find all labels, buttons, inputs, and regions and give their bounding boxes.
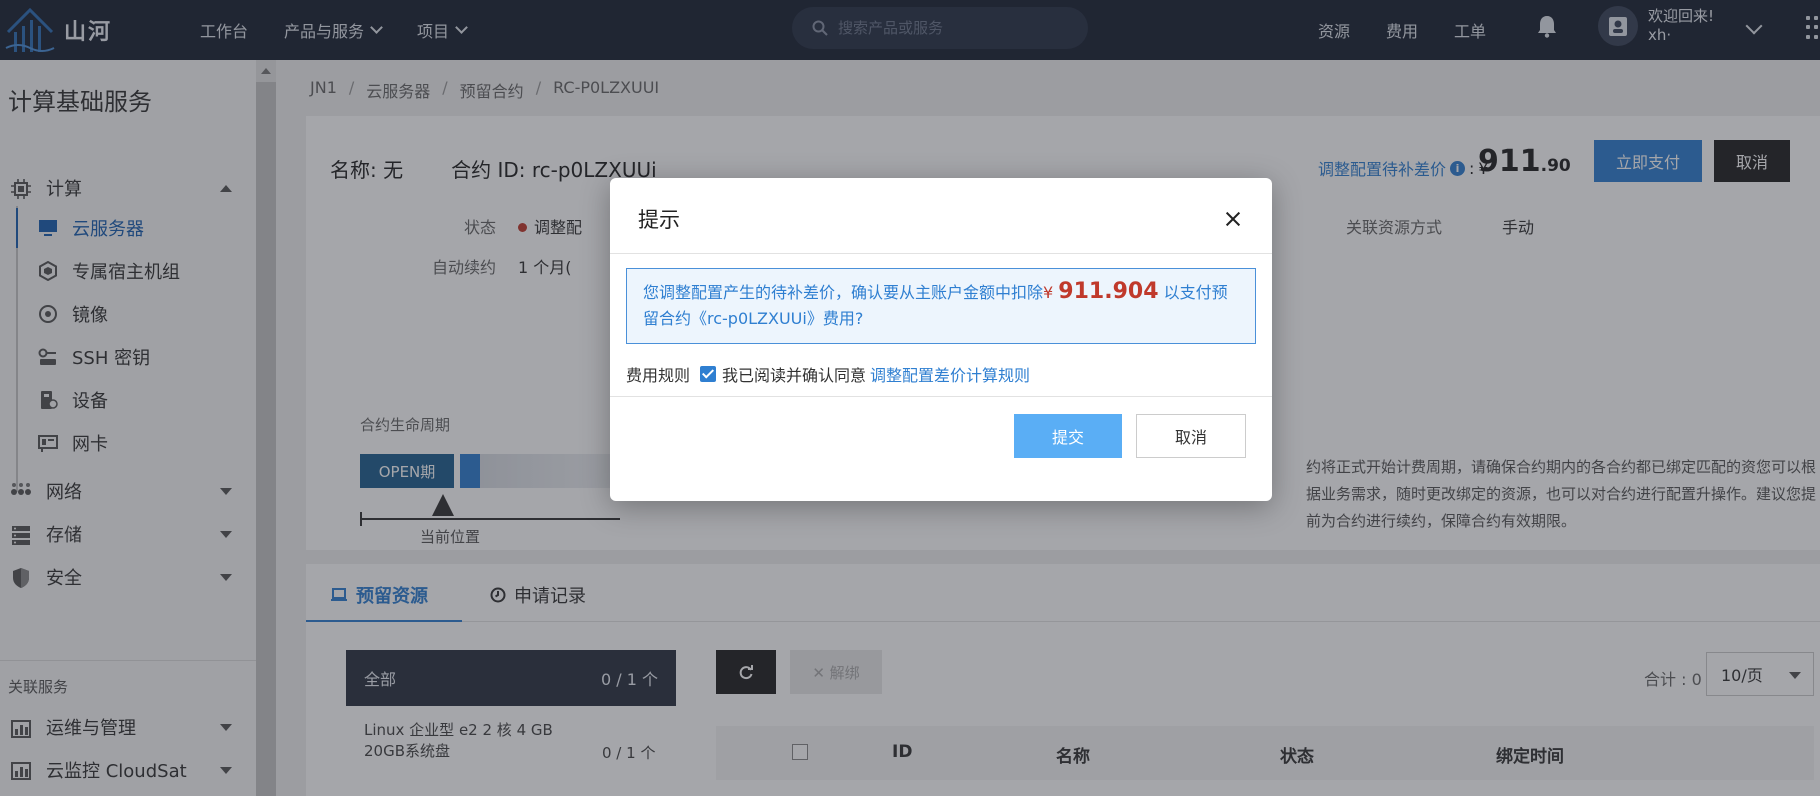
message-pre: 您调整配置产生的待补差价，确认要从主账户金额中扣除: [643, 283, 1044, 302]
agree-text: 我已阅读并确认同意: [722, 366, 867, 385]
fee-rule-link[interactable]: 调整配置差价计算规则: [870, 362, 1030, 386]
currency-symbol: ¥: [1043, 283, 1054, 302]
dialog-message: 您调整配置产生的待补差价，确认要从主账户金额中扣除¥ 911.904 以支付预留…: [626, 268, 1256, 344]
submit-button[interactable]: 提交: [1014, 414, 1122, 458]
deduct-amount: 911.904: [1058, 279, 1159, 304]
cancel-button[interactable]: 取消: [1136, 414, 1246, 458]
dialog-title: 提示: [638, 208, 680, 232]
fee-rule-label: 费用规则: [626, 366, 691, 385]
agree-checkbox[interactable]: [700, 366, 717, 382]
close-icon[interactable]: [1222, 208, 1244, 230]
dialog-divider: [610, 396, 1272, 397]
dialog-divider: [610, 253, 1272, 254]
confirm-dialog: 提示 您调整配置产生的待补差价，确认要从主账户金额中扣除¥ 911.904 以支…: [610, 178, 1272, 501]
fee-rule-row: 费用规则 我已阅读并确认同意 调整配置差价计算规则: [626, 362, 1030, 386]
